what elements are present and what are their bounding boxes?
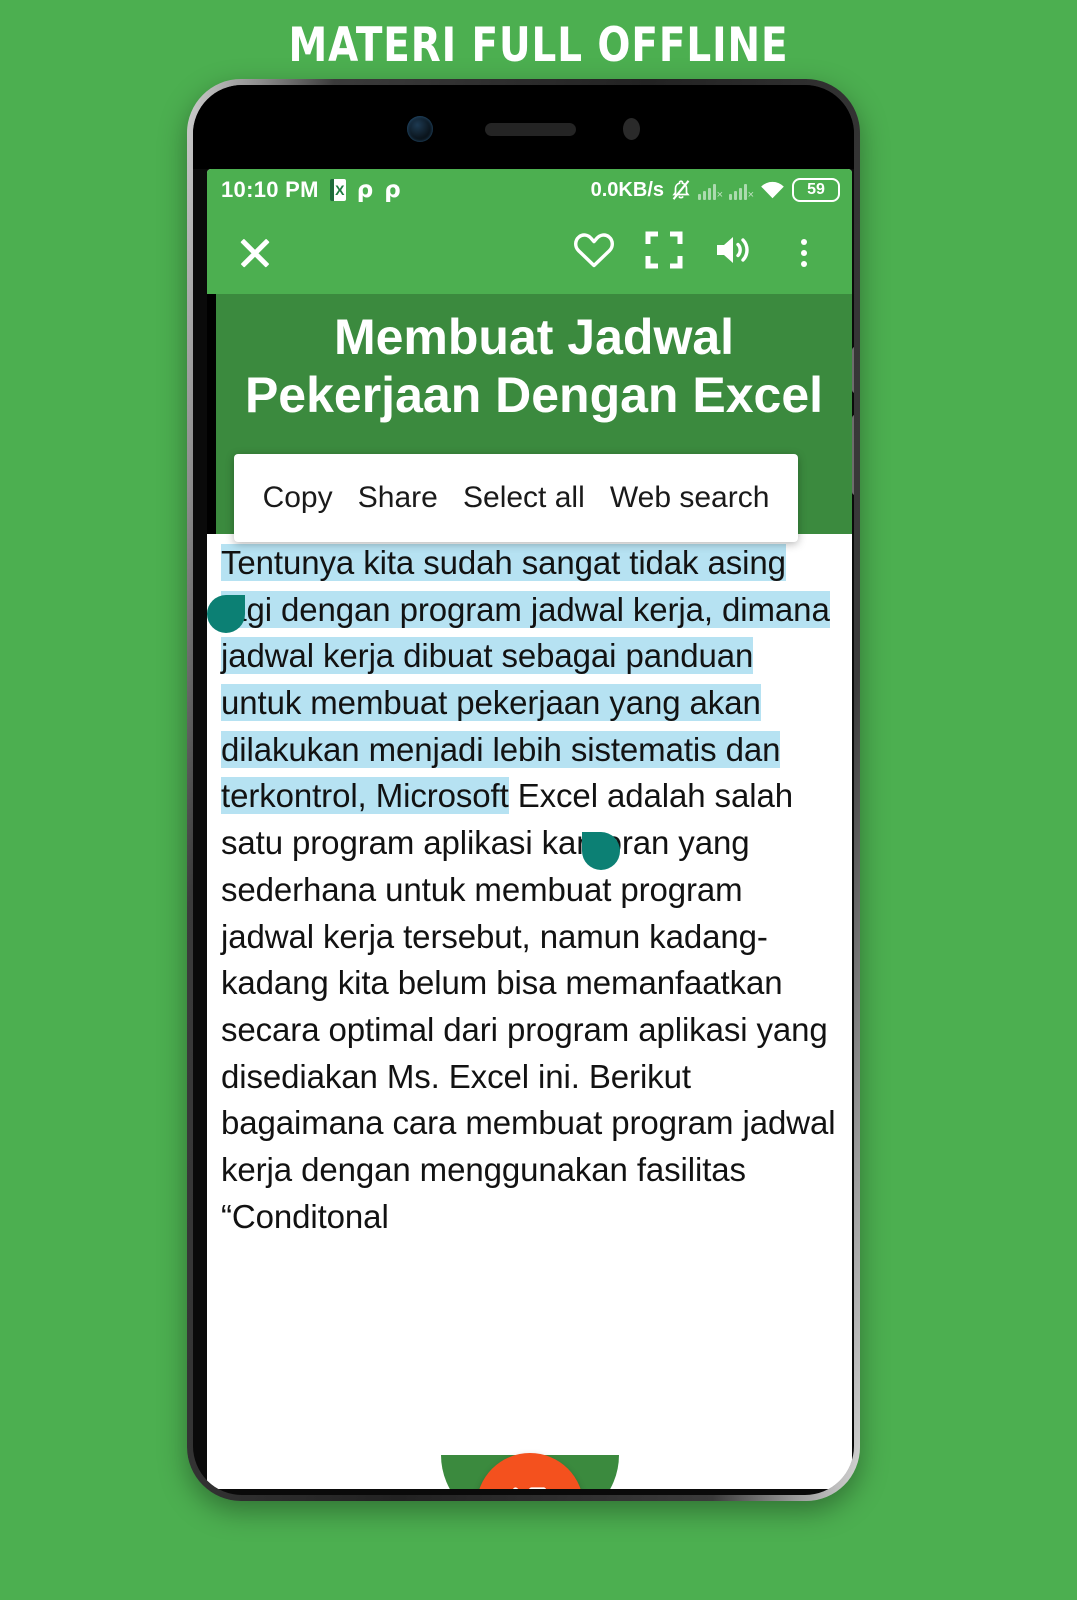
battery-indicator: 59 [792, 178, 840, 202]
unselected-text: Excel adalah salah satu program aplikasi… [221, 777, 836, 1235]
app-bar [207, 211, 852, 294]
excel-notification-icon [329, 179, 346, 201]
phone-top-bezel [193, 85, 854, 169]
p-notification-icon-1: ρ [356, 176, 374, 203]
article-body[interactable]: Tentunya kita sudah sangat tidak asing l… [207, 534, 852, 1240]
status-bar-right: 0.0KB/s × × 59 [591, 178, 840, 202]
phone-device-frame: 10:10 PM ρ ρ 0.0KB/s × × [187, 79, 860, 1501]
signal-no-sim-icon-2: × [729, 181, 754, 201]
close-button[interactable] [233, 231, 277, 275]
article-content: Membuat Jadwal Pekerjaan Dengan Excel Te… [207, 294, 852, 1489]
selection-handle-end[interactable] [582, 832, 620, 870]
overflow-menu-button[interactable] [782, 231, 826, 275]
context-menu-item-share[interactable]: Share [358, 481, 438, 515]
volume-icon [713, 231, 755, 274]
selected-text: Tentunya kita sudah sangat tidak asing l… [221, 544, 830, 815]
text-selection-context-menu: Copy Share Select all Web search [234, 454, 798, 542]
heart-icon [573, 231, 615, 274]
status-clock: 10:10 PM [221, 177, 319, 202]
text-to-speech-button[interactable] [712, 231, 756, 275]
fullscreen-icon [645, 231, 683, 274]
context-menu-item-web-search[interactable]: Web search [610, 481, 770, 515]
context-menu-item-copy[interactable]: Copy [263, 481, 333, 515]
bell-muted-icon [671, 179, 691, 201]
fullscreen-button[interactable] [642, 231, 686, 275]
power-button[interactable] [852, 347, 854, 393]
promo-headline: MATERI FULL OFFLINE [288, 18, 789, 73]
context-menu-item-select-all[interactable]: Select all [463, 481, 585, 515]
p-notification-icon-2: ρ [384, 176, 401, 203]
earpiece-speaker [485, 123, 576, 136]
network-speed-label: 0.0KB/s [590, 178, 664, 201]
status-bar-left: 10:10 PM ρ ρ [221, 177, 401, 203]
proximity-sensor-icon [623, 118, 640, 140]
signal-no-sim-icon-1: × [698, 181, 723, 201]
phone-screen: 10:10 PM ρ ρ 0.0KB/s × × [207, 169, 852, 1489]
article-paragraph: Tentunya kita sudah sangat tidak asing l… [221, 540, 838, 1240]
shuffle-icon [503, 1477, 557, 1489]
wifi-icon [760, 181, 785, 200]
more-vertical-icon [801, 238, 807, 267]
selection-handle-start[interactable] [207, 595, 245, 633]
phone-body: 10:10 PM ρ ρ 0.0KB/s × × [193, 85, 854, 1495]
close-icon [238, 236, 272, 270]
favorite-button[interactable] [572, 231, 616, 275]
front-camera-icon [407, 116, 433, 142]
status-bar: 10:10 PM ρ ρ 0.0KB/s × × [207, 169, 852, 211]
volume-button[interactable] [852, 415, 854, 495]
